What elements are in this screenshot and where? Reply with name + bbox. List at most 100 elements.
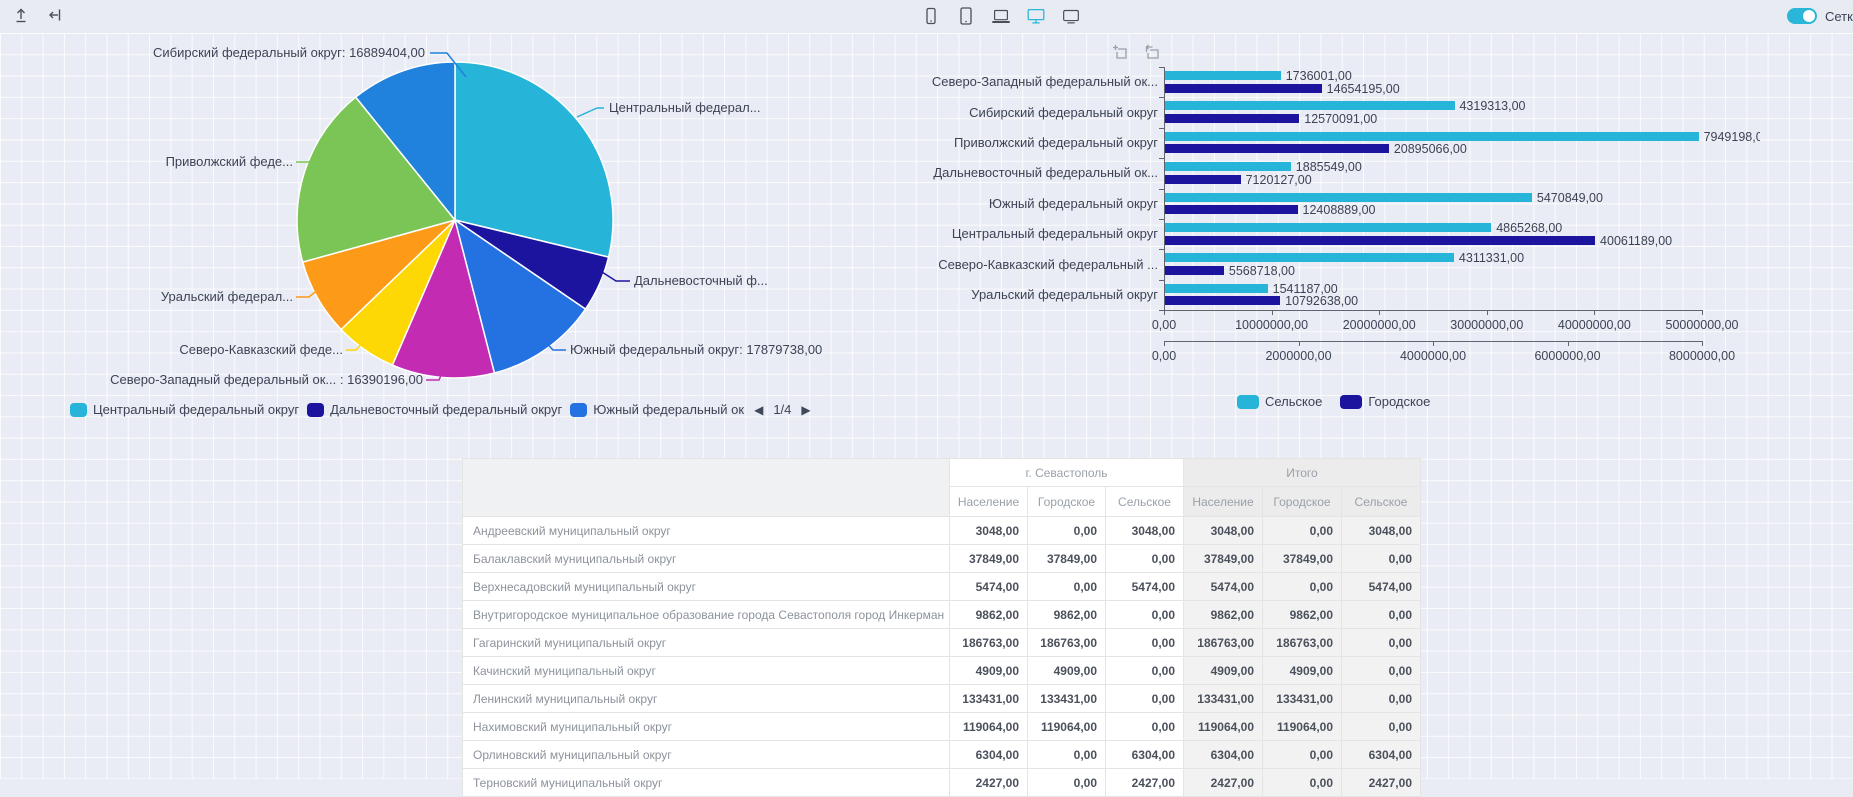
cell-total: 3048,00	[1184, 517, 1263, 545]
table-row[interactable]: Орлиновский муниципальный округ 6304,000,…	[463, 741, 1421, 769]
legend-item-selskoe[interactable]: Сельское	[1237, 394, 1322, 409]
bar-value-label: 10792638,00	[1285, 294, 1358, 308]
cell-sevastopol: 186763,00	[950, 629, 1028, 657]
bar-value-label: 5568718,00	[1229, 264, 1295, 278]
legend-page-indicator: 1/4	[773, 402, 791, 417]
cell-total: 119064,00	[1184, 713, 1263, 741]
legend-prev-icon[interactable]: ◀	[752, 403, 765, 417]
cell-sevastopol: 0,00	[1106, 601, 1184, 629]
pie-label-central: Центральный федерал...	[609, 100, 761, 115]
table-row[interactable]: Терновский муниципальный округ2427,000,0…	[463, 769, 1421, 797]
cell-sevastopol: 3048,00	[1106, 517, 1184, 545]
bar-gorodskoe-5[interactable]	[1164, 236, 1595, 245]
bar-gorodskoe-4[interactable]	[1164, 205, 1298, 214]
cell-sevastopol: 4909,00	[950, 657, 1028, 685]
col-header-selskoe-total: Сельское	[1342, 487, 1421, 517]
bar-category-label: Южный федеральный округ	[925, 196, 1158, 211]
table-row[interactable]: Андреевский муниципальный округ3048,000,…	[463, 517, 1421, 545]
table-row[interactable]: Нахимовский муниципальный округ119064,00…	[463, 713, 1421, 741]
row-name: Качинский муниципальный округ	[463, 657, 950, 685]
cell-sevastopol: 119064,00	[1028, 713, 1106, 741]
cell-total: 6304,00	[1342, 741, 1421, 769]
legend-item-dalnevostochny[interactable]: Дальневосточный федеральный округ	[307, 402, 562, 417]
col-header-naselenie: Население	[950, 487, 1028, 517]
group-header-sevastopol: г. Севастополь	[950, 459, 1184, 487]
legend-item-yuzhny[interactable]: Южный федеральный ок	[570, 402, 744, 417]
bar-gorodskoe-3[interactable]	[1164, 175, 1241, 184]
x-axis-tick	[1272, 310, 1273, 315]
cell-sevastopol: 0,00	[1028, 517, 1106, 545]
bar-selskoe-5[interactable]	[1164, 223, 1491, 232]
legend-item-gorodskoe[interactable]: Городское	[1340, 394, 1430, 409]
bar-category-label: Центральный федеральный округ	[925, 226, 1158, 241]
x-axis-tick	[1379, 310, 1380, 315]
x-axis-tick	[1164, 341, 1165, 346]
bar-gorodskoe-0[interactable]	[1164, 84, 1322, 93]
table-row[interactable]: Верхнесадовский муниципальный округ5474,…	[463, 573, 1421, 601]
grid-toggle[interactable]	[1787, 8, 1817, 24]
cell-total: 133431,00	[1184, 685, 1263, 713]
x-axis-tick	[1164, 310, 1165, 315]
pie-label-privolzhsky: Приволжский феде...	[60, 154, 293, 169]
cell-total: 4909,00	[1184, 657, 1263, 685]
cell-sevastopol: 133431,00	[1028, 685, 1106, 713]
table-row[interactable]: Внутригородское муниципальное образовани…	[463, 601, 1421, 629]
legend-swatch	[1340, 395, 1362, 409]
y-axis-tick	[1159, 280, 1164, 281]
cell-total: 186763,00	[1263, 629, 1342, 657]
bar-y-axis	[1164, 67, 1165, 310]
export-icon[interactable]	[10, 4, 32, 26]
row-name: Нахимовский муниципальный округ	[463, 713, 950, 741]
bar-gorodskoe-6[interactable]	[1164, 266, 1224, 275]
y-axis-tick	[1159, 189, 1164, 190]
cell-sevastopol: 5474,00	[1106, 573, 1184, 601]
cell-total: 0,00	[1263, 769, 1342, 797]
pie-label-dalnevostochny: Дальневосточный ф...	[634, 273, 768, 288]
x-axis-tick-label: 50000000,00	[1666, 318, 1739, 332]
bar-selskoe-4[interactable]	[1164, 193, 1532, 202]
pie-chart-widget: Сибирский федеральный округ: 16889404,00…	[0, 33, 950, 473]
bar-value-label: 12570091,00	[1304, 112, 1377, 126]
bar-selskoe-2[interactable]	[1164, 132, 1699, 141]
x-axis-tick-label: 8000000,00	[1669, 349, 1735, 363]
legend-next-icon[interactable]: ▶	[799, 403, 812, 417]
bar-selskoe-3[interactable]	[1164, 162, 1291, 171]
legend-item-central[interactable]: Центральный федеральный округ	[70, 402, 299, 417]
bar-selskoe-1[interactable]	[1164, 101, 1455, 110]
bar-selskoe-0[interactable]	[1164, 71, 1281, 80]
cell-total: 5474,00	[1184, 573, 1263, 601]
cell-sevastopol: 119064,00	[950, 713, 1028, 741]
cell-sevastopol: 0,00	[1106, 713, 1184, 741]
table-row[interactable]: Балаклавский муниципальный округ37849,00…	[463, 545, 1421, 573]
device-desktop-icon[interactable]	[1025, 5, 1047, 27]
y-axis-tick	[1159, 158, 1164, 159]
device-phone-icon[interactable]	[920, 5, 942, 27]
cell-total: 0,00	[1263, 741, 1342, 769]
cell-total: 0,00	[1342, 685, 1421, 713]
row-name: Орлиновский муниципальный округ	[463, 741, 950, 769]
cell-sevastopol: 0,00	[1106, 685, 1184, 713]
table-row[interactable]: Ленинский муниципальный округ 133431,00 13…	[463, 685, 1421, 713]
table-corner-cell	[463, 459, 950, 517]
y-axis-tick	[1159, 219, 1164, 220]
collapse-left-icon[interactable]	[44, 4, 66, 26]
cell-sevastopol: 2427,00	[1106, 769, 1184, 797]
bar-value-label: 5470849,00	[1537, 191, 1603, 205]
row-name: Ленинский муниципальный округ	[463, 685, 950, 713]
y-axis-tick	[1159, 67, 1164, 68]
bar-gorodskoe-1[interactable]	[1164, 114, 1299, 123]
bar-selskoe-6[interactable]	[1164, 253, 1454, 262]
cell-total: 0,00	[1263, 517, 1342, 545]
cell-sevastopol: 5474,00	[950, 573, 1028, 601]
bar-gorodskoe-7[interactable]	[1164, 296, 1280, 305]
table-row[interactable]: Гагаринский муниципальный округ186763,00…	[463, 629, 1421, 657]
device-laptop-icon[interactable]	[990, 5, 1012, 27]
device-tablet-icon[interactable]	[1060, 5, 1082, 27]
table-row[interactable]: Качинский муниципальный округ4909,004909…	[463, 657, 1421, 685]
bar-value-label: 7120127,00	[1246, 173, 1312, 187]
device-phone-large-icon[interactable]	[955, 5, 977, 27]
bar-value-label: 14654195,00	[1327, 82, 1400, 96]
bar-selskoe-7[interactable]	[1164, 284, 1268, 293]
cell-total: 6304,00	[1184, 741, 1263, 769]
bar-gorodskoe-2[interactable]	[1164, 144, 1389, 153]
